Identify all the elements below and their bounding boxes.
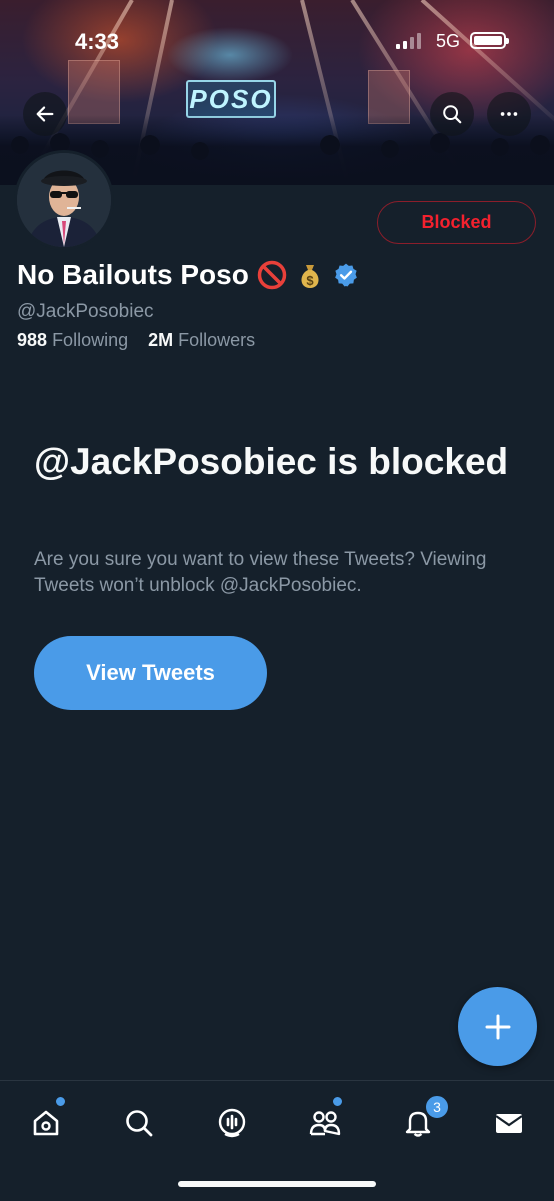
following-label: Following (52, 330, 129, 350)
follow-stats: 988 Following 2M Followers (17, 330, 255, 351)
nav-messages[interactable] (487, 1101, 531, 1145)
battery-icon (470, 32, 509, 49)
verified-icon[interactable] (333, 262, 359, 288)
status-time: 4:33 (75, 29, 120, 54)
nav-spaces[interactable] (210, 1101, 254, 1145)
no-entry-icon (257, 260, 287, 290)
nav-communities[interactable] (303, 1101, 347, 1145)
blocked-notice-description: Are you sure you want to view these Twee… (34, 549, 487, 596)
following-link[interactable]: 988 Following (17, 330, 128, 350)
network-label: 5G (436, 31, 461, 51)
status-bar: 4:33 5G (0, 0, 554, 85)
blocked-notice-title: @JackPosobiec is blocked (34, 441, 509, 482)
home-icon (33, 1110, 59, 1136)
following-count: 988 (17, 330, 48, 350)
plus-icon (485, 1014, 510, 1039)
search-button[interactable] (430, 92, 474, 136)
money-bag-icon: $ (295, 260, 325, 290)
profile-handle: @JackPosobiec (17, 301, 154, 322)
search-icon (443, 105, 462, 124)
more-icon (500, 112, 518, 116)
banner-sign: POSO (186, 80, 276, 118)
more-button[interactable] (487, 92, 531, 136)
spaces-icon (218, 1108, 246, 1138)
signal-icon (396, 33, 424, 49)
communities-unread-dot (331, 1095, 344, 1108)
back-button[interactable] (23, 92, 67, 136)
compose-button[interactable] (458, 987, 537, 1066)
followers-link[interactable]: 2M Followers (148, 330, 255, 350)
avatar[interactable] (14, 150, 114, 250)
blocked-button[interactable]: Blocked (377, 201, 536, 244)
view-tweets-button[interactable]: View Tweets (34, 636, 267, 710)
nav-search[interactable] (117, 1101, 161, 1145)
display-name-row: No Bailouts Poso $ (17, 259, 359, 291)
home-unread-dot (54, 1095, 67, 1108)
followers-label: Followers (178, 330, 256, 350)
back-arrow-icon (36, 106, 54, 122)
search-icon (126, 1110, 153, 1137)
svg-text:$: $ (306, 273, 314, 288)
display-name: No Bailouts Poso (17, 259, 249, 290)
communities-icon (309, 1111, 341, 1136)
home-indicator (178, 1181, 376, 1187)
messages-icon (495, 1114, 523, 1133)
notifications-badge: 3 (424, 1094, 450, 1120)
avatar-image (17, 153, 111, 247)
followers-count: 2M (148, 330, 174, 350)
